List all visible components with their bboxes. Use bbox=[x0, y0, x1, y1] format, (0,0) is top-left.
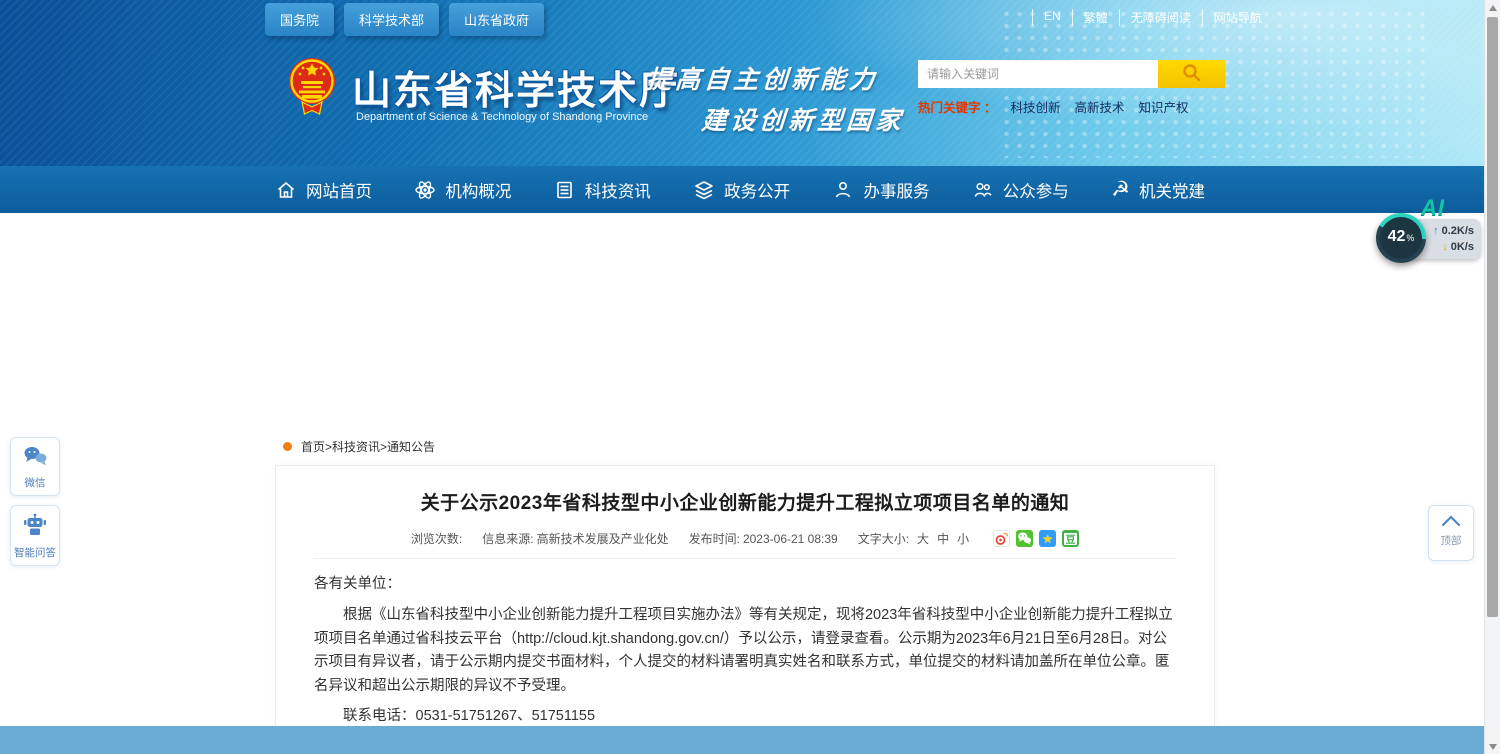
search-input[interactable] bbox=[918, 60, 1158, 88]
nav-item-home[interactable]: 网站首页 bbox=[275, 178, 372, 202]
gov-link-state-council[interactable]: 国务院 bbox=[265, 3, 334, 36]
breadcrumb[interactable]: 首页>科技资讯>通知公告 bbox=[283, 438, 435, 455]
nav-label: 公众参与 bbox=[1003, 178, 1069, 202]
hot-keyword-innovation[interactable]: 科技创新 bbox=[1010, 97, 1060, 116]
breadcrumb-path[interactable]: 首页>科技资讯>通知公告 bbox=[301, 438, 435, 455]
hammer-sickle-icon: ☭ bbox=[1111, 179, 1130, 200]
gov-links-bar: 国务院 科学技术部 山东省政府 bbox=[265, 3, 544, 36]
news-icon bbox=[554, 179, 576, 201]
fontsize-small[interactable]: 小 bbox=[957, 530, 969, 547]
gov-link-shandong[interactable]: 山东省政府 bbox=[449, 3, 544, 36]
nav-item-organization[interactable]: 机构概况 bbox=[414, 178, 511, 202]
fontsize-medium[interactable]: 中 bbox=[937, 530, 949, 547]
smart-qa-widget[interactable]: 智能问答 bbox=[10, 505, 60, 566]
percent-unit: % bbox=[1406, 233, 1414, 243]
source-value: 高新技术发展及产业化处 bbox=[537, 530, 669, 547]
people-icon bbox=[972, 179, 994, 201]
nav-item-party[interactable]: ☭ 机关党建 bbox=[1111, 178, 1205, 202]
upload-speed: 0.2K/s bbox=[1442, 224, 1474, 238]
site-title: 山东省科学技术厅 bbox=[352, 60, 680, 116]
nav-label: 科技资讯 bbox=[585, 178, 651, 202]
percent-value: 42 bbox=[1388, 229, 1406, 245]
salutation: 各有关单位： bbox=[314, 573, 1176, 596]
hot-keywords-row: 热门关键字 ： 科技创新 高新技术 知识产权 bbox=[918, 97, 1189, 116]
nav-label: 网站首页 bbox=[306, 178, 372, 202]
search-button[interactable] bbox=[1158, 60, 1225, 88]
site-slogan: 提高自主创新能力 建设创新型国家 bbox=[642, 60, 908, 137]
nav-item-services[interactable]: 办事服务 bbox=[832, 178, 929, 202]
footer-bar bbox=[0, 726, 1500, 754]
wechat-icon bbox=[22, 454, 48, 471]
site-header: 国务院 科学技术部 山东省政府 EN 繁體 无障碍阅读 网站导航 bbox=[0, 0, 1500, 166]
nav-item-news[interactable]: 科技资讯 bbox=[554, 178, 651, 202]
nav-label: 政务公开 bbox=[724, 178, 790, 202]
qzone-share-icon[interactable]: ★ bbox=[1039, 530, 1056, 547]
scrollbar-thumb[interactable] bbox=[1487, 17, 1498, 617]
slogan-line-1: 提高自主创新能力 bbox=[645, 60, 909, 96]
nav-label: 机构概况 bbox=[445, 178, 511, 202]
source-label: 信息来源: bbox=[482, 530, 533, 547]
utility-link-traditional[interactable]: 繁體 bbox=[1072, 9, 1119, 26]
percent-gauge[interactable]: 42 % bbox=[1376, 213, 1426, 263]
national-emblem-logo bbox=[286, 55, 338, 124]
utility-link-accessibility[interactable]: 无障碍阅读 bbox=[1119, 9, 1202, 26]
wechat-widget[interactable]: 微信 bbox=[10, 437, 60, 496]
site-search bbox=[918, 60, 1225, 88]
share-bar: ★ 豆 bbox=[993, 530, 1079, 547]
utility-link-sitemap[interactable]: 网站导航 bbox=[1202, 9, 1273, 26]
utility-link-en[interactable]: EN bbox=[1032, 9, 1072, 26]
article-card: 关于公示2023年省科技型中小企业创新能力提升工程拟立项项目名单的通知 浏览次数… bbox=[275, 465, 1215, 754]
gov-link-most[interactable]: 科学技术部 bbox=[344, 3, 439, 36]
article-title: 关于公示2023年省科技型中小企业创新能力提升工程拟立项项目名单的通知 bbox=[306, 488, 1184, 515]
wechat-share-icon[interactable] bbox=[1016, 530, 1033, 547]
home-icon bbox=[275, 179, 297, 201]
search-icon bbox=[1182, 63, 1201, 85]
views-label: 浏览次数: bbox=[411, 530, 462, 547]
atom-icon bbox=[414, 179, 436, 201]
nav-item-participation[interactable]: 公众参与 bbox=[972, 178, 1069, 202]
ai-overlay-logo: AI bbox=[1421, 195, 1445, 221]
fontsize-label: 文字大小: bbox=[858, 530, 909, 547]
hot-keywords-label: 热门关键字 ： bbox=[918, 97, 996, 116]
smart-qa-label: 智能问答 bbox=[11, 545, 59, 560]
main-nav: 网站首页 机构概况 科技资讯 bbox=[0, 166, 1500, 213]
back-to-top-button[interactable]: 顶部 bbox=[1428, 505, 1474, 561]
publish-time-label: 发布时间: bbox=[689, 530, 740, 547]
hot-keyword-ip[interactable]: 知识产权 bbox=[1139, 97, 1189, 116]
nav-label: 办事服务 bbox=[863, 178, 929, 202]
slogan-line-2: 建设创新型国家 bbox=[700, 101, 906, 137]
download-speed: 0K/s bbox=[1451, 240, 1474, 254]
weibo-share-icon[interactable] bbox=[993, 530, 1010, 547]
douban-glyph: 豆 bbox=[1064, 533, 1077, 545]
robot-icon bbox=[22, 524, 48, 541]
download-arrow-icon bbox=[1442, 240, 1448, 254]
scrollbar-down-arrow[interactable] bbox=[1485, 739, 1500, 754]
wechat-widget-label: 微信 bbox=[11, 475, 59, 490]
hot-keyword-hightech[interactable]: 高新技术 bbox=[1075, 97, 1125, 116]
breadcrumb-dot-icon bbox=[283, 442, 292, 451]
scrollbar[interactable] bbox=[1484, 0, 1500, 754]
scrollbar-up-arrow[interactable] bbox=[1485, 0, 1500, 15]
article-meta: 浏览次数: 信息来源: 高新技术发展及产业化处 发布时间: 2023-06-21… bbox=[314, 530, 1176, 559]
back-to-top-label: 顶部 bbox=[1429, 533, 1473, 548]
body-paragraph: 根据《山东省科技型中小企业创新能力提升工程项目实施办法》等有关规定，现将2023… bbox=[314, 604, 1176, 698]
publish-time-value: 2023-06-21 08:39 bbox=[743, 532, 838, 546]
person-icon bbox=[832, 179, 854, 201]
site-title-english: Department of Science & Technology of Sh… bbox=[356, 111, 648, 123]
layers-icon bbox=[693, 179, 715, 201]
main-content: 首页>科技资讯>通知公告 关于公示2023年省科技型中小企业创新能力提升工程拟立… bbox=[0, 213, 1500, 726]
douban-share-icon[interactable]: 豆 bbox=[1062, 530, 1079, 547]
nav-item-disclosure[interactable]: 政务公开 bbox=[693, 178, 790, 202]
chevron-up-icon bbox=[1440, 514, 1462, 531]
fontsize-large[interactable]: 大 bbox=[917, 530, 929, 547]
upload-arrow-icon bbox=[1433, 224, 1439, 238]
nav-label: 机关党建 bbox=[1139, 178, 1205, 202]
utility-links: EN 繁體 无障碍阅读 网站导航 bbox=[1032, 9, 1273, 26]
page: 国务院 科学技术部 山东省政府 EN 繁體 无障碍阅读 网站导航 bbox=[0, 0, 1500, 754]
